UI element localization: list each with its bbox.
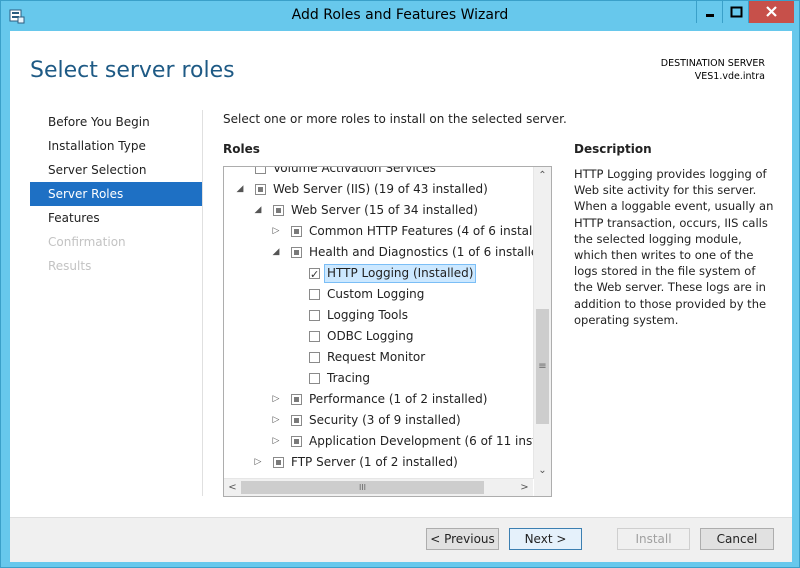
role-label: HTTP Logging (Installed) [323,264,477,283]
maximize-button[interactable] [722,1,749,23]
nav-item-features[interactable]: Features [30,206,202,230]
next-button[interactable]: Next > [509,528,582,550]
role-checkbox[interactable] [255,167,266,174]
intro-text: Select one or more roles to install on t… [223,112,567,126]
roles-tree[interactable]: Volume Activation Services ◢ Web Server (I… [223,166,552,497]
role-checkbox[interactable] [291,226,302,237]
role-checkbox[interactable] [309,331,320,342]
roles-tree-row[interactable]: ◢ Health and Diagnostics (1 of 6 installe… [224,242,551,263]
nav-item-results: Results [48,259,92,273]
roles-tree-row[interactable]: ◢ Web Server (IIS) (19 of 43 installed) [224,179,530,200]
roles-tree-row[interactable]: ▷ Security (3 of 9 installed) [224,410,530,431]
expand-arrow-icon[interactable]: ▷ [271,410,281,431]
role-checkbox[interactable] [291,436,302,447]
role-label: Performance (1 of 2 installed) [309,392,488,406]
nav-item-before-you-begin[interactable]: Before You Begin [30,110,202,134]
vertical-scroll-thumb[interactable]: ≡ [536,309,549,424]
roles-tree-row[interactable]: ODBC Logging [224,326,530,347]
role-label: Request Monitor [327,350,426,364]
expand-arrow-icon[interactable]: ▷ [271,389,281,410]
wizard-footer: < Previous Next > Install Cancel [10,517,792,562]
maximize-icon [730,6,743,18]
description-text: HTTP Logging provides logging of Web sit… [574,167,774,327]
role-label: Tracing [327,371,371,385]
role-label: Web Server (15 of 34 installed) [291,203,478,217]
role-label: Application Development (6 of 11 install… [309,434,552,448]
expand-arrow-icon[interactable]: ▷ [253,452,263,473]
role-label: FTP Server (1 of 2 installed) [291,455,458,469]
role-label: ODBC Logging [327,329,414,343]
collapse-arrow-icon[interactable]: ◢ [235,179,245,200]
role-label: Security (3 of 9 installed) [309,413,461,427]
roles-tree-row[interactable]: ▷ Common HTTP Features (4 of 6 installed) [224,221,551,242]
role-label: Health and Diagnostics (1 of 6 installed… [309,245,551,259]
collapse-arrow-icon[interactable]: ◢ [253,200,263,221]
role-label: Custom Logging [327,287,425,301]
scrollbar-corner [534,479,551,496]
scroll-right-icon[interactable]: > [516,479,533,496]
wizard-client-area: Select server roles DESTINATION SERVER V… [10,31,792,562]
close-button[interactable] [749,1,794,23]
roles-tree-row[interactable]: Request Monitor [224,347,530,368]
role-label: Volume Activation Services [273,166,436,175]
role-checkbox[interactable] [273,205,284,216]
scroll-grip-icon: ≡ [538,361,547,372]
role-checkbox[interactable] [309,373,320,384]
role-checkbox[interactable] [309,264,320,285]
roles-tree-rows: Volume Activation Services ◢ Web Server (I… [224,166,551,473]
roles-tree-row[interactable]: Logging Tools [224,305,530,326]
role-checkbox[interactable] [309,310,320,321]
title-bar[interactable]: Add Roles and Features Wizard [1,1,799,31]
nav-divider [202,110,203,496]
window-title: Add Roles and Features Wizard [291,7,509,23]
role-label: Web Server (IIS) (19 of 43 installed) [273,182,488,196]
destination-server-label: DESTINATION SERVER [660,58,765,69]
roles-tree-row[interactable]: ◢ Web Server (15 of 34 installed) [224,200,530,221]
collapse-arrow-icon[interactable]: ◢ [271,242,281,263]
roles-tree-row[interactable]: Volume Activation Services [224,166,530,179]
vertical-scrollbar[interactable]: ⌃ ≡ ⌄ [533,167,551,479]
horizontal-scroll-thumb[interactable]: III [241,481,484,494]
role-checkbox[interactable] [291,394,302,405]
close-icon [766,6,777,17]
role-checkbox[interactable] [255,184,266,195]
page-title: Select server roles [30,58,235,83]
role-checkbox[interactable] [309,289,320,300]
role-label: Logging Tools [327,308,408,322]
nav-item-confirmation: Confirmation [48,235,126,249]
destination-server-info: DESTINATION SERVER VES1.vde.intra [661,57,765,83]
wizard-window: Add Roles and Features Wizard Select ser… [0,0,800,568]
expand-arrow-icon[interactable]: ▷ [271,431,281,452]
roles-tree-row[interactable]: ▷ FTP Server (1 of 2 installed) [224,452,530,473]
nav-item-server-roles[interactable]: Server Roles [30,182,202,206]
roles-tree-row[interactable]: ▷ Application Development (6 of 11 instal… [224,431,551,452]
nav-item-server-selection[interactable]: Server Selection [30,158,202,182]
horizontal-scrollbar[interactable]: < III > [224,478,533,496]
role-checkbox[interactable] [309,352,320,363]
cancel-button[interactable]: Cancel [700,528,774,550]
roles-heading: Roles [223,142,260,156]
scroll-left-icon[interactable]: < [224,479,241,496]
minimize-button[interactable] [696,1,722,23]
role-checkbox[interactable] [291,415,302,426]
expand-arrow-icon[interactable]: ▷ [271,221,281,242]
description-heading: Description [574,142,652,156]
role-label: Common HTTP Features (4 of 6 installed) [309,224,552,238]
nav-item-installation-type[interactable]: Installation Type [30,134,202,158]
roles-tree-row[interactable]: ▷ Performance (1 of 2 installed) [224,389,530,410]
role-checkbox[interactable] [291,247,302,258]
scroll-up-icon[interactable]: ⌃ [534,167,551,184]
previous-button[interactable]: < Previous [426,528,499,550]
scroll-down-icon[interactable]: ⌄ [534,462,551,479]
install-button: Install [617,528,690,550]
role-checkbox[interactable] [273,457,284,468]
minimize-icon [706,14,714,17]
destination-server-name: VES1.vde.intra [694,71,765,82]
roles-tree-row[interactable]: HTTP Logging (Installed) [224,263,530,285]
roles-tree-row[interactable]: Custom Logging [224,284,530,305]
roles-tree-row[interactable]: Tracing [224,368,530,389]
wizard-nav: Before You Begin Installation Type Serve… [30,110,202,278]
